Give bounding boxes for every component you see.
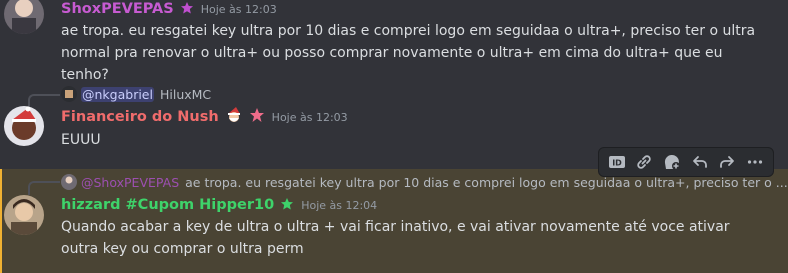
message-3: @ShoxPEVEPAS ae tropa. eu resgatei key u… bbox=[0, 169, 788, 273]
reply-text: HiluxMC bbox=[159, 86, 212, 102]
author-name[interactable]: ShoxPEVEPAS bbox=[61, 1, 174, 17]
reply-mention[interactable]: @nkgabriel bbox=[81, 86, 154, 102]
santa-emoji-icon bbox=[225, 106, 243, 128]
reply-preview[interactable]: @nkgabriel HiluxMC bbox=[61, 85, 211, 103]
avatar[interactable] bbox=[4, 0, 44, 34]
message-1: ShoxPEVEPAS Hoje às 12:03 ae tropa. eu r… bbox=[0, 0, 788, 83]
message-body: ae tropa. eu resgatei key ultra por 10 d… bbox=[61, 23, 756, 83]
author-line: ShoxPEVEPAS Hoje às 12:03 bbox=[61, 0, 277, 19]
avatar[interactable] bbox=[4, 195, 44, 235]
author-line: Financeiro do Nush Hoje às 12:03 bbox=[61, 107, 348, 127]
svg-text:ID: ID bbox=[612, 159, 622, 168]
reply-mention[interactable]: @ShoxPEVEPAS bbox=[81, 175, 179, 190]
author-name[interactable]: hizzard #Cupom Hipper10 bbox=[61, 197, 274, 213]
leaf-badge-icon bbox=[280, 196, 294, 215]
message-2: @nkgabriel HiluxMC Financeiro do Nush Ho… bbox=[0, 84, 788, 154]
reply-avatar bbox=[61, 86, 77, 102]
avatar[interactable] bbox=[4, 106, 44, 146]
reply-avatar bbox=[61, 174, 77, 190]
reply-spine bbox=[28, 94, 60, 108]
author-line: hizzard #Cupom Hipper10 Hoje às 12:04 bbox=[61, 195, 377, 215]
chat-view: ShoxPEVEPAS Hoje às 12:03 ae tropa. eu r… bbox=[0, 0, 788, 273]
reply-preview[interactable]: @ShoxPEVEPAS ae tropa. eu resgatei key u… bbox=[61, 173, 788, 191]
flower-badge-icon bbox=[249, 107, 265, 127]
timestamp[interactable]: Hoje às 12:04 bbox=[301, 199, 377, 212]
timestamp[interactable]: Hoje às 12:03 bbox=[201, 3, 277, 16]
reply-text: ae tropa. eu resgatei key ultra por 10 d… bbox=[185, 174, 788, 190]
message-body: Quando acabar a key de ultra o ultra + v… bbox=[61, 219, 730, 257]
timestamp[interactable]: Hoje às 12:03 bbox=[272, 111, 348, 124]
reply-spine bbox=[28, 181, 60, 195]
star-badge-icon bbox=[180, 0, 194, 19]
author-name[interactable]: Financeiro do Nush bbox=[61, 109, 219, 125]
